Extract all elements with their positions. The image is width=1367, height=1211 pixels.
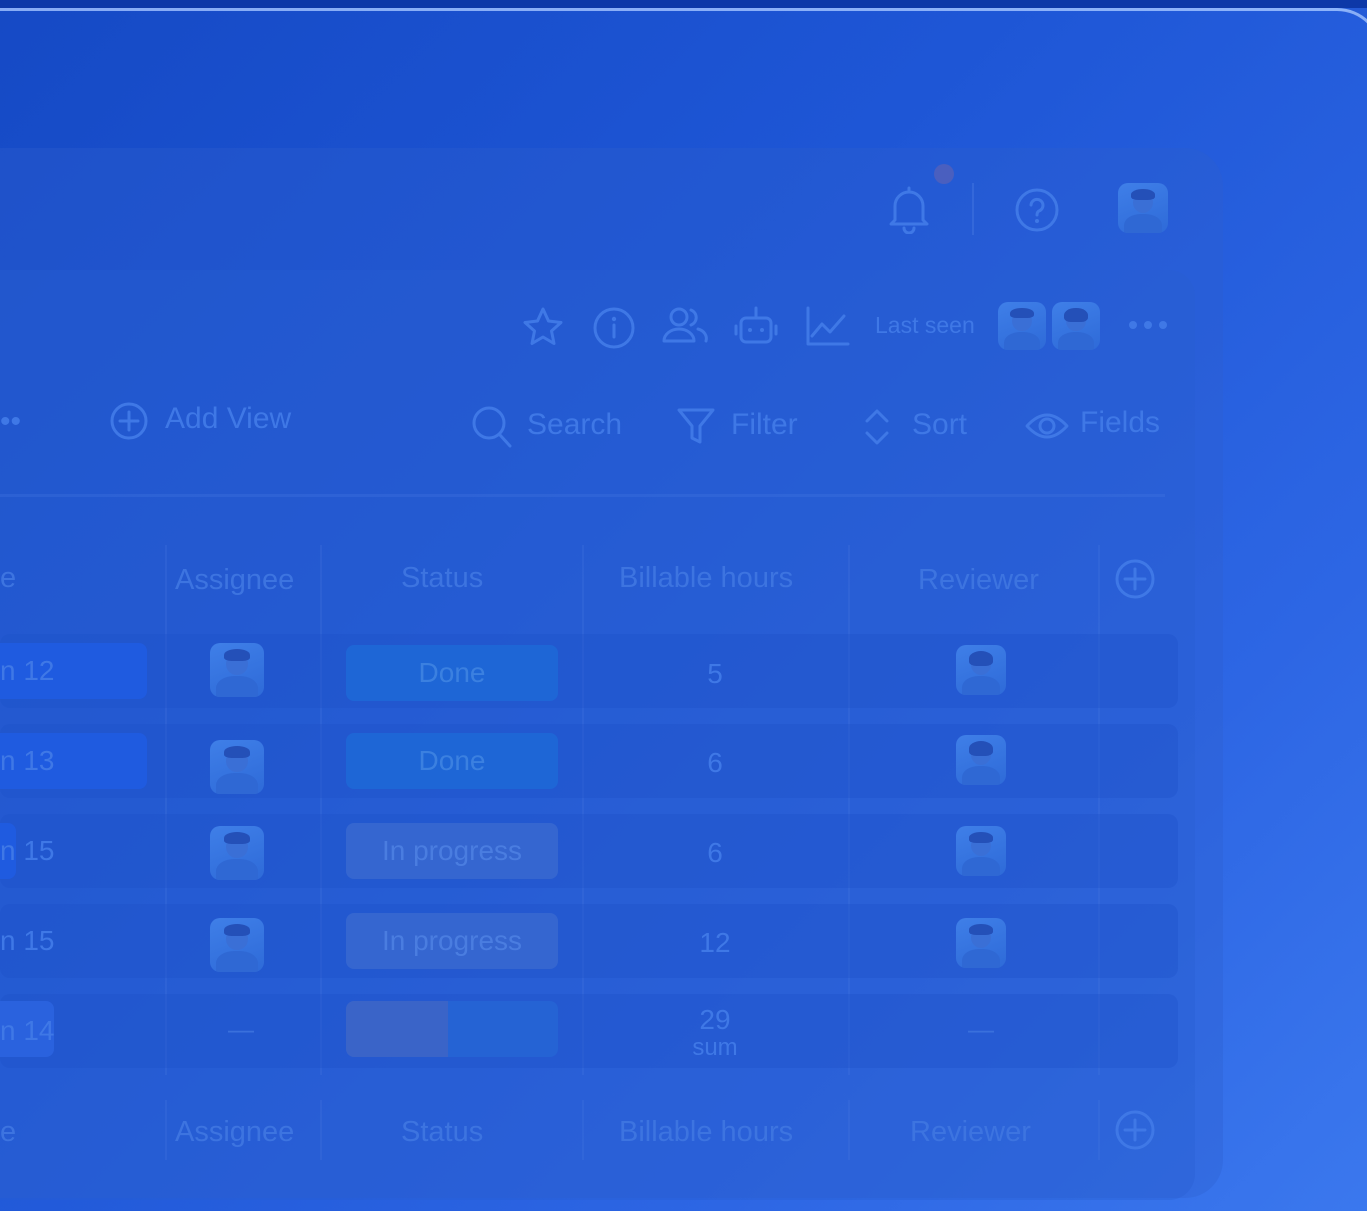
column-separator bbox=[582, 1100, 584, 1160]
column-separator bbox=[848, 1100, 850, 1160]
summary-row bbox=[0, 994, 1178, 1068]
billable-hours-cell[interactable]: 6 bbox=[675, 837, 755, 869]
bell-icon[interactable] bbox=[886, 184, 932, 234]
add-column-icon[interactable] bbox=[1113, 557, 1157, 601]
name-text: n 14 bbox=[0, 1015, 55, 1046]
status-badge[interactable]: In progress bbox=[346, 913, 558, 969]
assignee-avatar[interactable] bbox=[210, 826, 264, 880]
billable-hours-cell[interactable]: 5 bbox=[675, 658, 755, 690]
eye-icon[interactable] bbox=[1024, 408, 1070, 444]
column-header-reviewer[interactable]: Reviewer bbox=[918, 564, 1039, 597]
last-seen-avatar-2[interactable] bbox=[1052, 302, 1100, 350]
footer-column-reviewer: Reviewer bbox=[910, 1116, 1031, 1148]
status-summary-bar bbox=[346, 1001, 558, 1057]
last-seen-avatar-1[interactable] bbox=[998, 302, 1046, 350]
name-text: n 12 bbox=[0, 655, 55, 686]
status-badge[interactable]: Done bbox=[346, 733, 558, 789]
reviewer-avatar[interactable] bbox=[956, 826, 1006, 876]
search-icon[interactable] bbox=[470, 404, 514, 450]
more-icon[interactable] bbox=[1126, 318, 1170, 332]
filter-button[interactable]: Filter bbox=[731, 408, 798, 442]
assignee-avatar[interactable] bbox=[210, 740, 264, 794]
reviewer-summary: — bbox=[968, 1014, 994, 1044]
profile-avatar[interactable] bbox=[1118, 183, 1168, 233]
notification-badge bbox=[934, 164, 954, 184]
assignee-avatar[interactable] bbox=[210, 918, 264, 972]
people-icon[interactable] bbox=[660, 305, 710, 347]
toolbar-divider bbox=[0, 494, 1165, 497]
column-header-status[interactable]: Status bbox=[401, 562, 483, 595]
reviewer-avatar[interactable] bbox=[956, 735, 1006, 785]
billable-hours-sum: 29 bbox=[699, 1004, 731, 1035]
reviewer-avatar[interactable] bbox=[956, 645, 1006, 695]
top-strip bbox=[0, 0, 1367, 8]
help-circle-icon[interactable] bbox=[1013, 186, 1061, 234]
column-separator bbox=[165, 1100, 167, 1160]
sort-button[interactable]: Sort bbox=[912, 408, 967, 442]
billable-hours-sum-label: sum bbox=[692, 1034, 738, 1061]
column-separator bbox=[320, 1100, 322, 1160]
column-header-name[interactable]: e bbox=[0, 562, 16, 595]
billable-hours-cell[interactable]: 12 bbox=[675, 927, 755, 959]
views-more-icon[interactable]: •• bbox=[0, 405, 21, 439]
last-seen-label: Last seen bbox=[875, 312, 975, 338]
robot-icon[interactable] bbox=[733, 304, 779, 348]
filter-icon[interactable] bbox=[675, 404, 717, 448]
status-badge[interactable]: Done bbox=[346, 645, 558, 701]
status-badge[interactable]: In progress bbox=[346, 823, 558, 879]
star-icon[interactable] bbox=[520, 305, 566, 349]
column-header-assignee[interactable]: Assignee bbox=[175, 564, 294, 597]
assignee-summary: — bbox=[228, 1014, 254, 1044]
footer-column-billable-hours: Billable hours bbox=[619, 1116, 794, 1148]
add-column-icon[interactable] bbox=[1113, 1108, 1157, 1152]
name-text: n 13 bbox=[0, 745, 55, 776]
billable-hours-cell[interactable]: 6 bbox=[675, 747, 755, 779]
footer-column-status: Status bbox=[401, 1116, 484, 1148]
assignee-avatar[interactable] bbox=[210, 643, 264, 697]
fields-button[interactable]: Fields bbox=[1080, 406, 1160, 440]
chart-icon[interactable] bbox=[804, 304, 852, 350]
column-separator bbox=[1098, 1100, 1100, 1160]
search-button[interactable]: Search bbox=[527, 408, 622, 442]
name-text: n 15 bbox=[0, 925, 55, 956]
footer-column-assignee: Assignee bbox=[175, 1116, 295, 1148]
footer-column-name: e bbox=[0, 1116, 17, 1148]
add-view-button[interactable]: Add View bbox=[165, 402, 291, 436]
info-icon[interactable] bbox=[591, 305, 637, 351]
reviewer-avatar[interactable] bbox=[956, 918, 1006, 968]
status-summary-fill bbox=[346, 1001, 448, 1057]
name-text: n 15 bbox=[0, 835, 55, 866]
column-header-billable-hours[interactable]: Billable hours bbox=[619, 562, 793, 595]
topbar-separator bbox=[972, 183, 974, 235]
add-view-icon[interactable] bbox=[108, 400, 150, 442]
sort-icon[interactable] bbox=[862, 404, 892, 450]
